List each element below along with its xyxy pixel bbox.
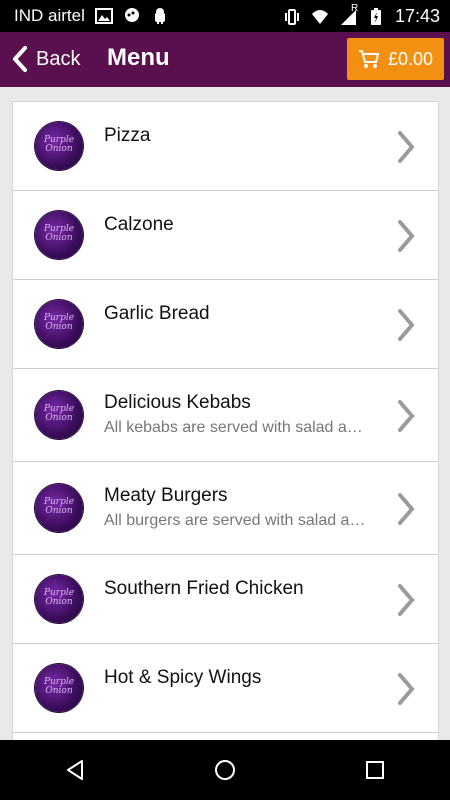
signal-indicator: R [339,3,358,26]
back-label: Back [36,47,81,70]
menu-item-kebabs[interactable]: Purple Onion Delicious Kebabs All kebabs… [13,369,438,462]
nav-home-button[interactable] [205,750,245,790]
restaurant-logo: Purple Onion [35,211,83,259]
vibrate-icon [284,8,299,25]
battery-icon [370,7,381,25]
page-title: Menu [107,44,170,71]
menu-item-burgers[interactable]: Purple Onion Meaty Burgers All burgers a… [13,462,438,555]
restaurant-logo: Purple Onion [35,391,83,439]
cart-button[interactable]: £0.00 [347,38,444,80]
logo-text: Purple Onion [43,135,75,154]
menu-item-name: Garlic Bread [104,303,210,324]
menu-item-description: All kebabs are served with salad and sau… [104,419,369,436]
menu-item-fried-chicken[interactable]: Purple Onion Southern Fried Chicken [13,555,438,644]
chevron-right-icon [398,220,415,252]
menu-item-name: Southern Fried Chicken [104,578,304,599]
menu-item-name: Calzone [104,214,174,235]
logo-text: Purple Onion [43,497,75,516]
logo-text: Purple Onion [43,313,75,332]
restaurant-logo: Purple Onion [35,122,83,170]
chevron-right-icon [398,131,415,163]
chat-notification-icon [124,8,139,22]
restaurant-logo: Purple Onion [35,300,83,348]
nav-recents-button[interactable] [355,750,395,790]
status-bar: IND airtel R 17:43 [0,0,450,32]
logo-text: Purple Onion [43,404,75,423]
image-notification-icon [94,8,113,24]
recents-square-icon [366,761,384,779]
menu-item-wings[interactable]: Purple Onion Hot & Spicy Wings [13,644,438,733]
clock: 17:43 [394,6,440,26]
carrier-label: IND airtel [14,6,85,25]
system-nav-bar [0,740,450,800]
restaurant-logo: Purple Onion [35,484,83,532]
chevron-left-icon [13,46,27,72]
menu-item-name: Meaty Burgers [104,485,228,506]
app-toolbar: Back Menu £0.00 [0,32,450,87]
roaming-label: R [350,2,359,14]
android-notification-icon [154,8,165,24]
logo-text: Purple Onion [43,588,75,607]
menu-item-pizza[interactable]: Purple Onion Pizza [13,102,438,191]
restaurant-logo: Purple Onion [35,664,83,712]
menu-item-calzone[interactable]: Purple Onion Calzone [13,191,438,280]
menu-item-description: All burgers are served with salad and sa… [104,512,369,529]
cart-total: £0.00 [387,48,434,69]
chevron-right-icon [398,673,415,705]
menu-list: Purple Onion Pizza Purple Onion Calzone … [12,101,439,742]
chevron-right-icon [398,493,415,525]
chevron-right-icon [398,400,415,432]
home-circle-icon [215,760,235,780]
chevron-right-icon [398,309,415,341]
chevron-right-icon [398,584,415,616]
restaurant-logo: Purple Onion [35,575,83,623]
menu-item-garlic-bread[interactable]: Purple Onion Garlic Bread [13,280,438,369]
logo-text: Purple Onion [43,677,75,696]
back-triangle-icon [67,760,83,780]
cart-icon [358,50,380,68]
menu-item-name: Delicious Kebabs [104,392,251,413]
nav-back-button[interactable] [55,750,95,790]
menu-item-name: Pizza [104,125,151,146]
logo-text: Purple Onion [43,224,75,243]
menu-item-name: Hot & Spicy Wings [104,667,262,688]
back-button[interactable]: Back [10,44,80,74]
wifi-icon [311,9,328,24]
